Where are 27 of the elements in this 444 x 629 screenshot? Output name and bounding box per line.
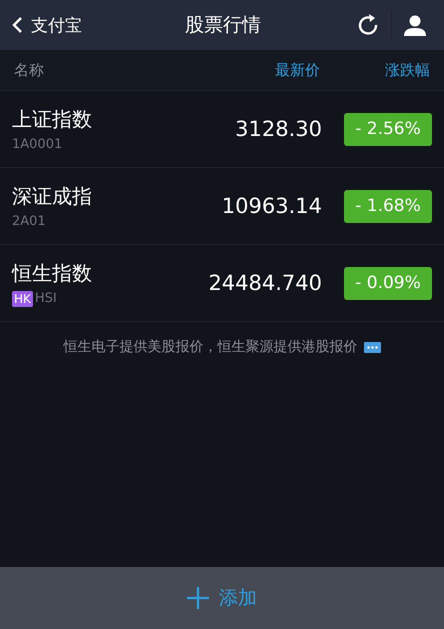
data-source-notice: 恒生电子提供美股报价，恒生聚源提供港股报价 [64,338,358,356]
stock-price: 24484.740 [208,271,322,295]
stock-code: 1A0001 [12,137,62,152]
market-tag: HK [12,290,33,306]
back-icon [12,16,23,34]
page-title: 股票行情 [184,13,262,38]
stock-row[interactable]: 深证成指 2A01 10963.14 - 1.68% [0,168,444,245]
stock-name: 恒生指数 [12,260,93,286]
stock-name: 上证指数 [12,106,93,133]
back-button[interactable]: 支付宝 [12,14,122,36]
stock-price: 10963.14 [222,194,322,218]
change-percent: - 2.56% [344,112,432,146]
person-icon [404,14,426,36]
refresh-icon [357,13,379,37]
stock-code: 2A01 [12,214,46,229]
stock-name: 深证成指 [12,183,93,210]
name-column-header: 名称 [14,60,45,80]
more-icon[interactable] [364,342,380,352]
plus-icon [187,587,209,609]
stock-code: HSI [34,291,57,306]
stock-row[interactable]: 恒生指数 HK HSI 24484.740 - 0.09% [0,245,444,322]
stock-price: 3128.30 [235,117,322,141]
change-percent: - 0.09% [344,266,432,300]
change-percent: - 1.68% [344,190,432,222]
price-sort-button[interactable]: 最新价 [220,60,320,80]
change-sort-button[interactable]: 涨跌幅 [320,60,430,80]
stock-row[interactable]: 上证指数 1A0001 3128.30 - 2.56% [0,91,444,168]
